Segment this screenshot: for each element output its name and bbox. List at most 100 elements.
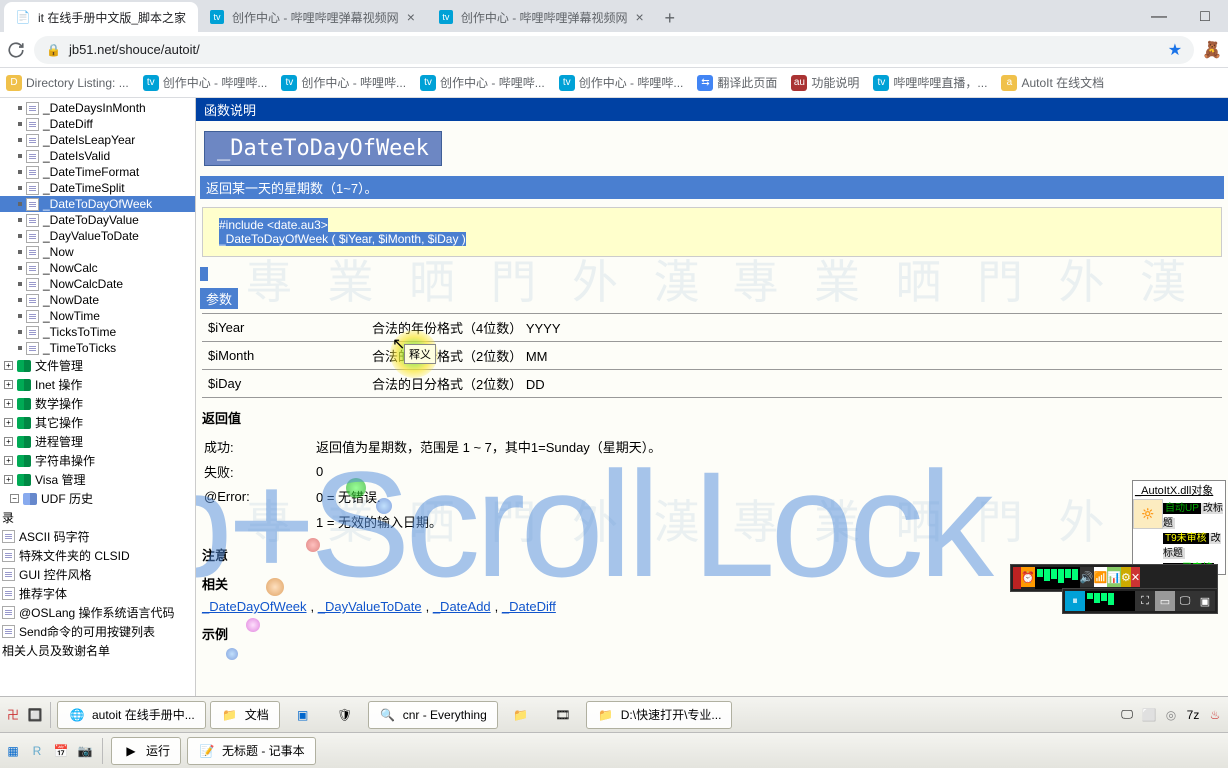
tree-item[interactable]: _DateToDayOfWeek xyxy=(0,196,195,212)
expand-icon[interactable]: + xyxy=(4,456,13,465)
taskbar-app[interactable]: ▣ xyxy=(284,702,322,728)
volume-icon[interactable]: 🔊 xyxy=(1080,567,1094,587)
tree-folder[interactable]: +其它操作 xyxy=(0,413,195,432)
monitor-icon[interactable]: 🖵 xyxy=(1175,591,1195,611)
tree-item[interactable]: GUI 控件风格 xyxy=(0,565,195,584)
reload-icon[interactable] xyxy=(6,40,26,60)
tree-folder[interactable]: +数学操作 xyxy=(0,394,195,413)
related-link[interactable]: _DateDiff xyxy=(502,599,556,614)
app-icon[interactable]: 📅 xyxy=(52,742,70,760)
tree-item[interactable]: _DateToDayValue xyxy=(0,212,195,228)
tree-item[interactable]: 录 xyxy=(0,508,195,527)
tree-folder[interactable]: +Visa 管理 xyxy=(0,470,195,489)
taskbar-folder[interactable]: 📁D:\快速打开\专业... xyxy=(586,701,733,729)
taskbar-1[interactable]: 卍 🔲 🌐autoit 在线手册中... 📁文档 ▣ 🛡 🔍cnr - Ever… xyxy=(0,696,1228,732)
app-icon[interactable]: ⬜ xyxy=(1140,706,1158,724)
expand-icon[interactable]: + xyxy=(4,361,13,370)
taskbar-run[interactable]: ▶运行 xyxy=(111,737,181,765)
app-icon[interactable]: ▦ xyxy=(4,742,22,760)
nav-tree[interactable]: _DateDaysInMonth_DateDiff_DateIsLeapYear… xyxy=(0,98,196,696)
tree-item[interactable]: Send命令的可用按键列表 xyxy=(0,622,195,641)
border-icon[interactable]: ▣ xyxy=(1195,591,1215,611)
tree-folder[interactable]: +Inet 操作 xyxy=(0,375,195,394)
new-tab-button[interactable]: + xyxy=(656,4,684,32)
float-panel[interactable]: _AutoItX.dll对象 🔆 自动UP改标题 T9未审核改标题 T10已审核 xyxy=(1132,480,1226,575)
bookmark-item[interactable]: tv创作中心 - 哔哩哔... xyxy=(143,74,268,91)
tree-item[interactable]: 特殊文件夹的 CLSID xyxy=(0,546,195,565)
taskbar-2[interactable]: ▦ R 📅 📷 ▶运行 📝无标题 - 记事本 xyxy=(0,732,1228,768)
related-link[interactable]: _DateAdd xyxy=(433,599,491,614)
tree-item[interactable]: _Now xyxy=(0,244,195,260)
close-icon[interactable]: ✕ xyxy=(1131,567,1140,587)
tree-item[interactable]: 推荐字体 xyxy=(0,584,195,603)
related-link[interactable]: _DateDayOfWeek xyxy=(202,599,307,614)
related-link[interactable]: _DayValueToDate xyxy=(318,599,422,614)
app-icon[interactable]: 🖵 xyxy=(1118,706,1136,724)
extension-icon[interactable]: 🧸 xyxy=(1202,40,1222,60)
equalizer-icon[interactable] xyxy=(1035,567,1080,589)
app-icon[interactable]: 卍 xyxy=(4,706,22,724)
expand-icon[interactable]: + xyxy=(4,380,13,389)
tree-folder[interactable]: +字符串操作 xyxy=(0,451,195,470)
app-icon[interactable]: 7z xyxy=(1184,706,1202,724)
tree-item[interactable]: _DateIsValid xyxy=(0,148,195,164)
taskbar-app[interactable]: 🎞 xyxy=(544,702,582,728)
url-input[interactable]: 🔒 jb51.net/shouce/autoit/ ★ xyxy=(34,36,1194,64)
close-icon[interactable]: × xyxy=(407,9,415,25)
tree-folder[interactable]: +文件管理 xyxy=(0,356,195,375)
tab-3[interactable]: tv 创作中心 - 哔哩哔哩弹幕视频网 × xyxy=(427,2,656,32)
pause-icon[interactable]: ⏸ xyxy=(1065,591,1085,611)
taskbar-chrome[interactable]: 🌐autoit 在线手册中... xyxy=(57,701,206,729)
app-icon[interactable]: ♨ xyxy=(1206,706,1224,724)
bookmark-item[interactable]: tv哔哩哔哩直播，... xyxy=(873,74,987,91)
tree-item[interactable]: _TimeToTicks xyxy=(0,340,195,356)
taskbar-app[interactable]: 📁 xyxy=(502,702,540,728)
taskbar-everything[interactable]: 🔍cnr - Everything xyxy=(368,701,498,729)
bookmark-item[interactable]: DDirectory Listing: ... xyxy=(6,75,129,91)
chart-icon[interactable]: 📊 xyxy=(1107,567,1121,587)
expand-icon[interactable]: + xyxy=(4,475,13,484)
bookmark-item[interactable]: tv创作中心 - 哔哩哔... xyxy=(281,74,406,91)
star-icon[interactable]: ★ xyxy=(1168,40,1182,60)
taskbar-notepad[interactable]: 📝无标题 - 记事本 xyxy=(187,737,316,765)
tree-item[interactable]: _DayValueToDate xyxy=(0,228,195,244)
tab-active[interactable]: 📄 it 在线手册中文版_脚本之家 xyxy=(4,2,198,32)
bookmark-item[interactable]: tv创作中心 - 哔哩哔... xyxy=(559,74,684,91)
taskbar-folder[interactable]: 📁文档 xyxy=(210,701,280,729)
bookmark-item[interactable]: aAutoIt 在线文档 xyxy=(1001,74,1104,91)
app-icon[interactable]: 📷 xyxy=(76,742,94,760)
tree-item[interactable]: _DateIsLeapYear xyxy=(0,132,195,148)
tree-item[interactable]: _DateTimeSplit xyxy=(0,180,195,196)
taskbar-app[interactable]: 🛡 xyxy=(326,702,364,728)
gear-icon[interactable]: ⚙ xyxy=(1121,567,1131,587)
tree-item[interactable]: _DateDiff xyxy=(0,116,195,132)
tree-folder[interactable]: +进程管理 xyxy=(0,432,195,451)
expand-icon[interactable]: + xyxy=(4,418,13,427)
maximize-button[interactable]: □ xyxy=(1182,2,1228,32)
bookmark-item[interactable]: au功能说明 xyxy=(791,74,859,91)
record-icon[interactable] xyxy=(1013,567,1021,589)
close-icon[interactable]: × xyxy=(636,9,644,25)
expand-icon[interactable]: + xyxy=(4,399,13,408)
window-icon[interactable]: ▭ xyxy=(1155,591,1175,611)
clock-icon[interactable]: ⏰ xyxy=(1021,567,1035,587)
tab-2[interactable]: tv 创作中心 - 哔哩哔哩弹幕视频网 × xyxy=(198,2,427,32)
expand-icon[interactable]: ⛶ xyxy=(1135,591,1155,611)
tree-item[interactable]: −UDF 历史 xyxy=(0,489,195,508)
tree-item[interactable]: ASCII 码字符 xyxy=(0,527,195,546)
equalizer-icon[interactable] xyxy=(1085,591,1135,611)
app-icon[interactable]: R xyxy=(28,742,46,760)
tree-item[interactable]: _DateDaysInMonth xyxy=(0,100,195,116)
tree-item[interactable]: @OSLang 操作系统语言代码 xyxy=(0,603,195,622)
app-icon[interactable]: 🔲 xyxy=(26,706,44,724)
signal-icon[interactable]: 📶 xyxy=(1094,567,1108,587)
tree-item[interactable]: _NowTime xyxy=(0,308,195,324)
tree-item[interactable]: _TicksToTime xyxy=(0,324,195,340)
tree-item[interactable]: _DateTimeFormat xyxy=(0,164,195,180)
system-tray-float-2[interactable]: ⏸ ⛶ ▭ 🖵 ▣ xyxy=(1062,588,1218,614)
tree-item[interactable]: _NowCalcDate xyxy=(0,276,195,292)
bookmark-item[interactable]: tv创作中心 - 哔哩哔... xyxy=(420,74,545,91)
app-icon[interactable]: ◎ xyxy=(1162,706,1180,724)
collapse-icon[interactable]: − xyxy=(10,494,19,503)
tree-footer[interactable]: 相关人员及致谢名单 xyxy=(0,641,195,660)
